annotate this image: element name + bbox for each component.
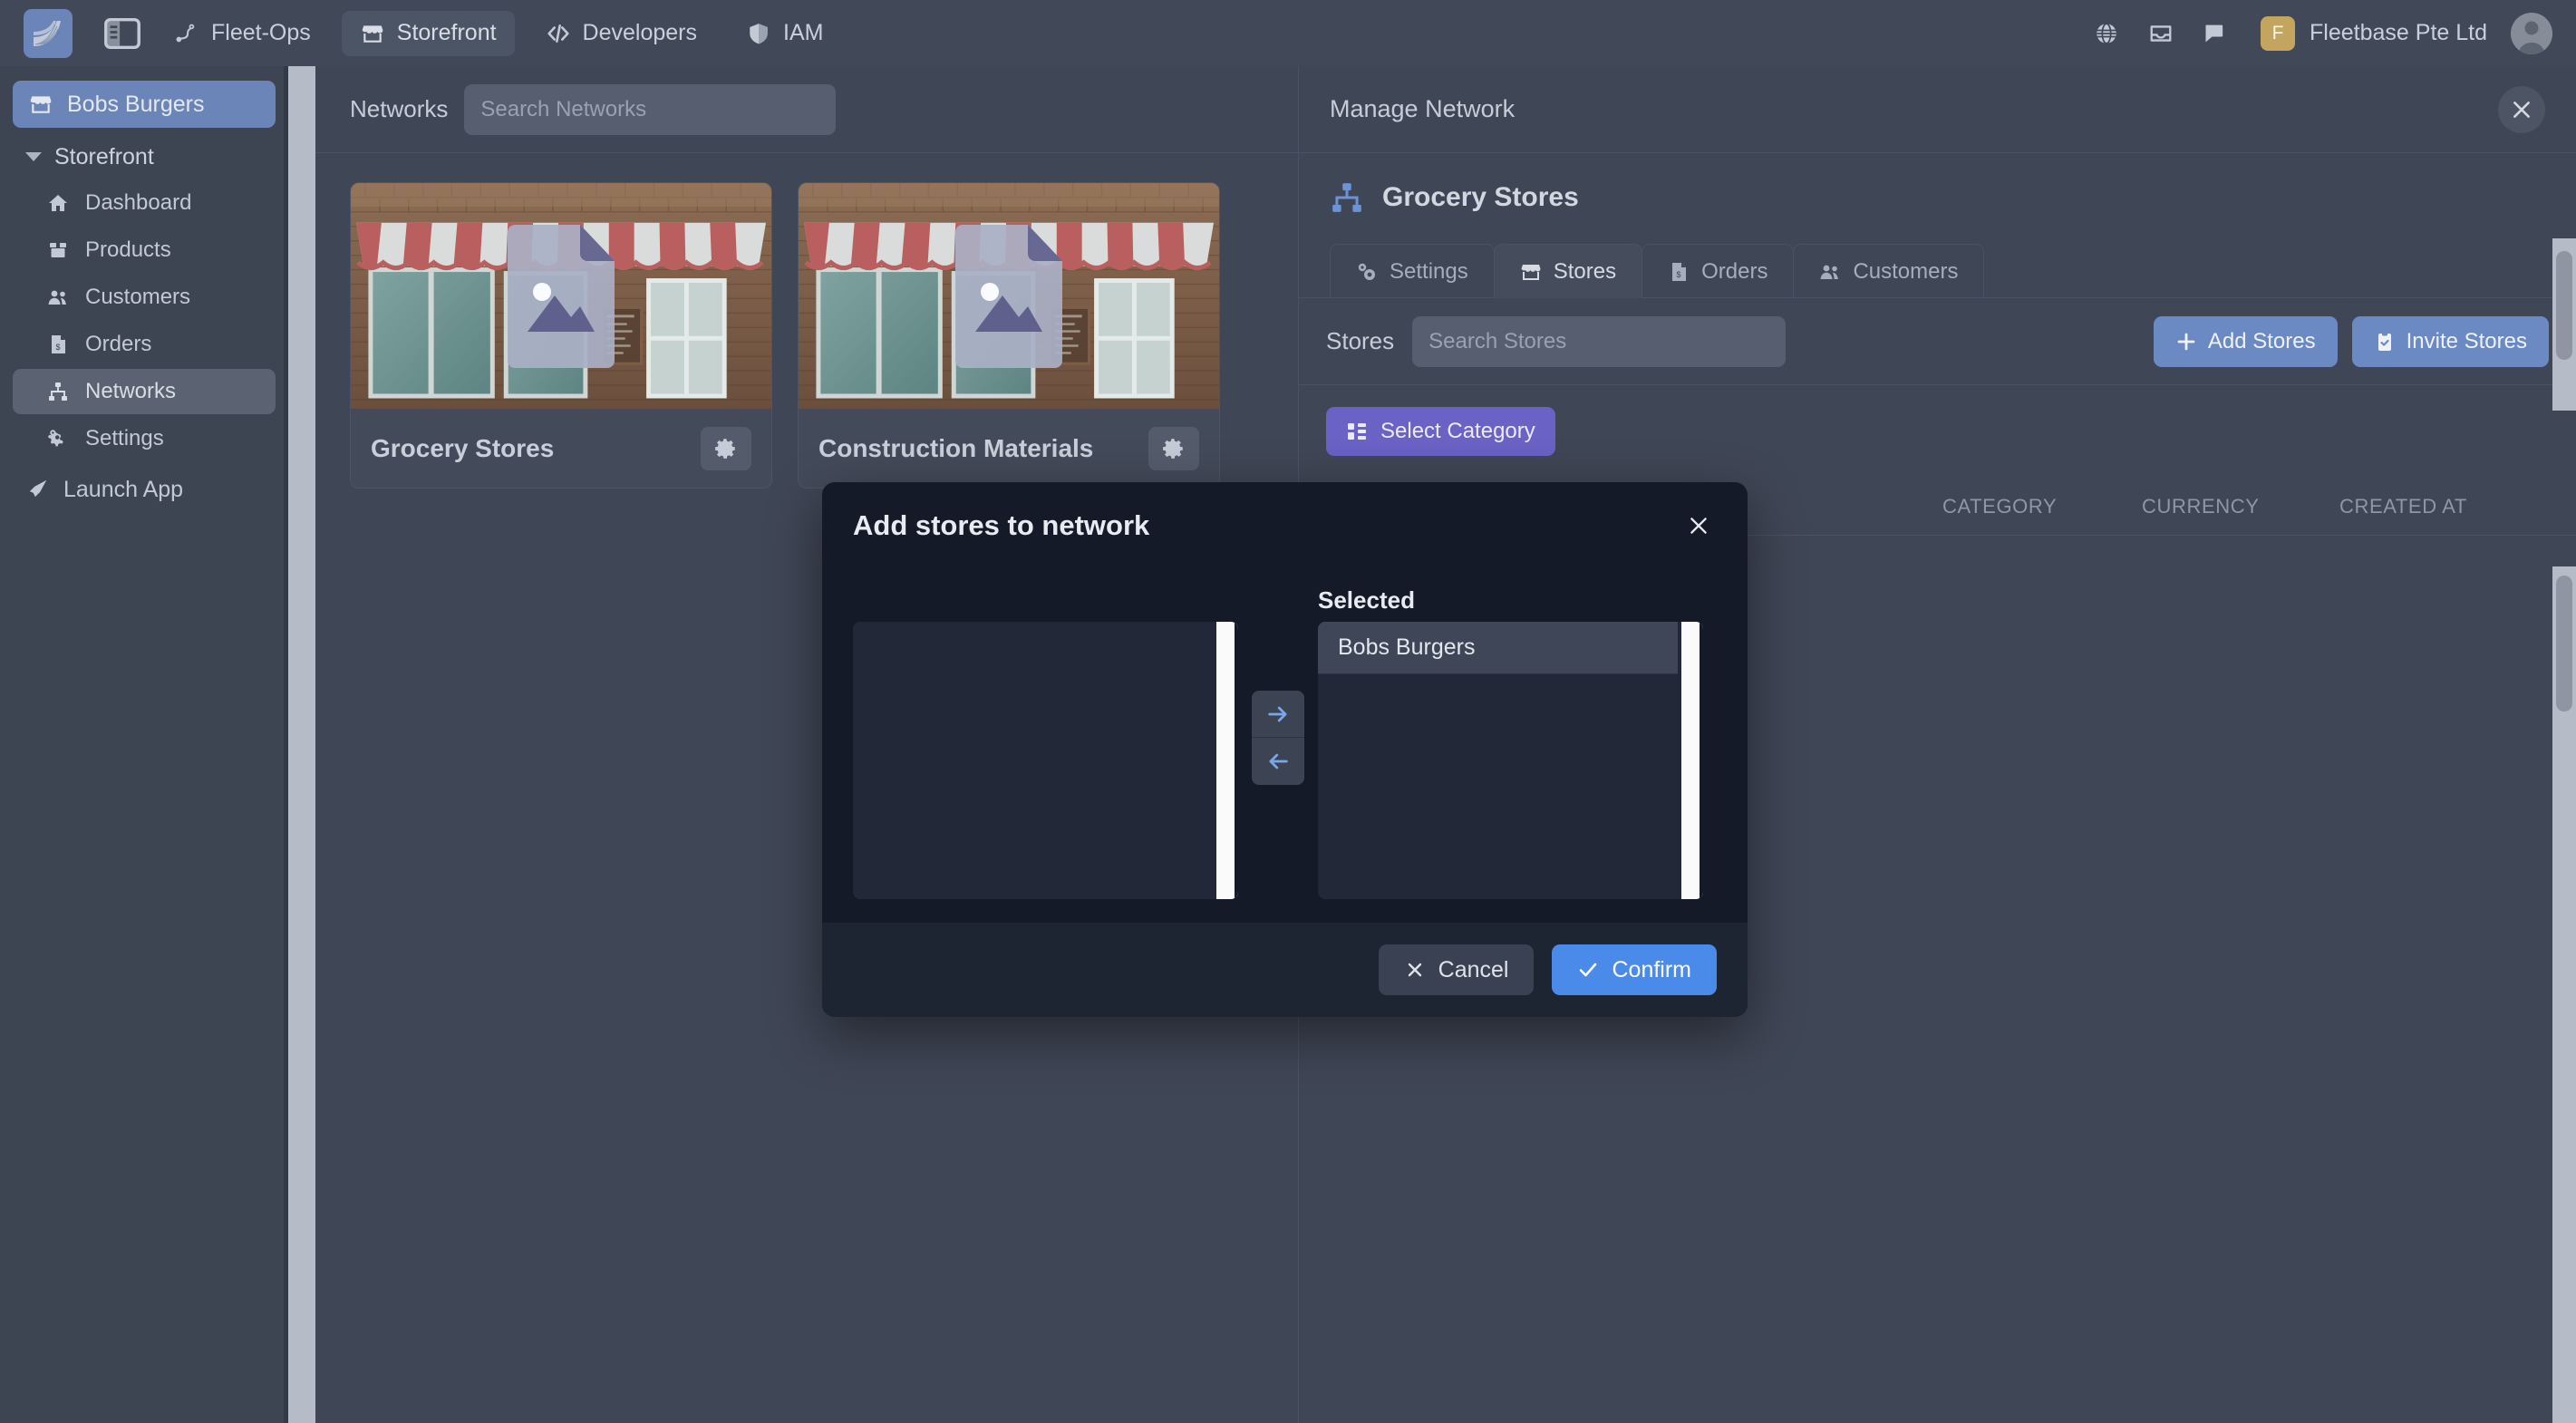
confirm-label: Confirm bbox=[1612, 956, 1691, 983]
add-stores-modal: Add stores to network Selected Bobs Burg… bbox=[822, 482, 1748, 1017]
selected-column: Selected Bobs Burgers bbox=[1318, 569, 1703, 906]
modal-close-button[interactable] bbox=[1680, 508, 1717, 544]
modal-title: Add stores to network bbox=[853, 509, 1150, 541]
move-right-button[interactable] bbox=[1252, 691, 1304, 738]
close-icon bbox=[1690, 518, 1707, 534]
transfer-arrow-group bbox=[1252, 691, 1304, 785]
check-icon bbox=[1580, 963, 1597, 977]
modal-header: Add stores to network bbox=[822, 482, 1748, 569]
list-item[interactable]: Bobs Burgers bbox=[1318, 622, 1678, 674]
available-listbox[interactable] bbox=[853, 622, 1238, 899]
cancel-button[interactable]: Cancel bbox=[1378, 944, 1535, 995]
transfer-controls bbox=[1238, 569, 1318, 906]
arrow-left-icon bbox=[1269, 753, 1288, 770]
confirm-button[interactable]: Confirm bbox=[1552, 944, 1717, 995]
arrow-right-icon bbox=[1268, 706, 1287, 721]
selected-listbox-scrollbar[interactable] bbox=[1681, 622, 1703, 899]
available-column bbox=[853, 569, 1238, 906]
cancel-label: Cancel bbox=[1438, 956, 1509, 983]
available-listbox-scrollbar[interactable] bbox=[1216, 622, 1238, 899]
selected-label: Selected bbox=[1318, 586, 1415, 614]
close-icon bbox=[1408, 963, 1421, 977]
available-label bbox=[853, 569, 1238, 622]
move-left-button[interactable] bbox=[1252, 738, 1304, 785]
selected-listbox[interactable]: Bobs Burgers bbox=[1318, 622, 1703, 899]
modal-body: Selected Bobs Burgers bbox=[822, 569, 1748, 923]
modal-footer: Cancel Confirm bbox=[822, 923, 1748, 1017]
